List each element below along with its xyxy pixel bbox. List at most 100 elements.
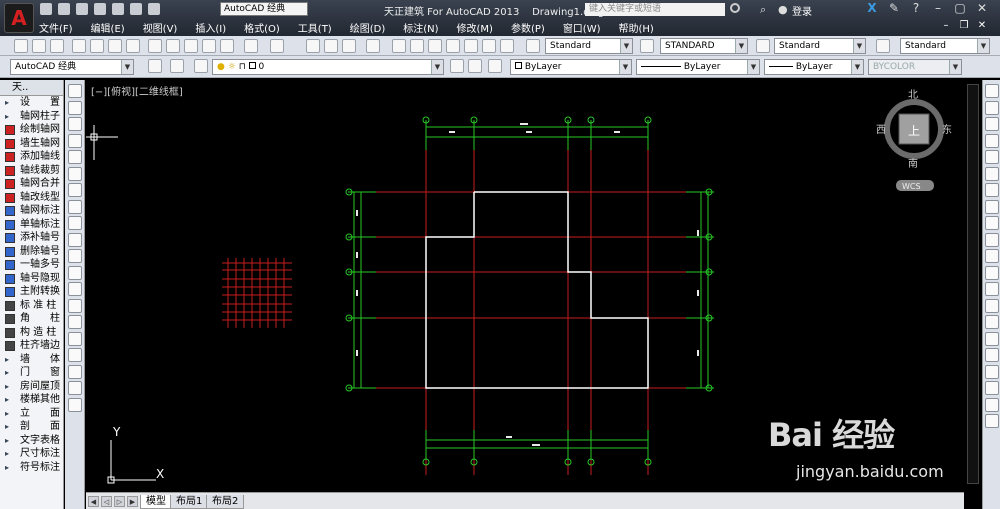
linetype-select[interactable]: ByLayer ▼: [636, 59, 760, 75]
zoom-window-icon[interactable]: [342, 39, 356, 53]
help-icon[interactable]: ?: [909, 2, 923, 15]
print-icon[interactable]: [72, 39, 86, 53]
edit-polyline-icon[interactable]: [985, 381, 999, 395]
multileader-style-icon[interactable]: [876, 39, 890, 53]
workspace-settings-icon[interactable]: [148, 59, 162, 73]
spline-icon[interactable]: [68, 216, 82, 230]
mirror-icon[interactable]: [985, 117, 999, 131]
paste-icon[interactable]: [184, 39, 198, 53]
zoom-realtime-icon[interactable]: [324, 39, 338, 53]
layer-isolate-icon[interactable]: [488, 59, 502, 73]
tz-menu-item[interactable]: ▸ 轴网柱子: [0, 110, 63, 124]
blend-icon[interactable]: [985, 348, 999, 362]
tz-menu-item[interactable]: 单轴标注: [0, 218, 63, 232]
offset-icon[interactable]: [985, 133, 999, 148]
menu-parametric[interactable]: 参数(P): [502, 19, 554, 35]
add-selected-icon[interactable]: [68, 397, 82, 412]
properties-icon[interactable]: [392, 39, 406, 53]
array-icon[interactable]: [985, 150, 999, 164]
table-style-select[interactable]: Standard ▼: [774, 38, 866, 54]
tz-menu-item[interactable]: 添加轴线: [0, 150, 63, 164]
tz-menu-item[interactable]: 构 造 柱: [0, 326, 63, 340]
tz-menu-item[interactable]: 墙生轴网: [0, 137, 63, 151]
menu-modify[interactable]: 修改(M): [448, 19, 502, 35]
compass-east[interactable]: 东: [942, 123, 952, 136]
menu-file[interactable]: 文件(F): [30, 19, 82, 35]
tz-menu-item[interactable]: 删除轴号: [0, 245, 63, 259]
multileader-style-select[interactable]: Standard ▼: [900, 38, 990, 54]
user-icon[interactable]: ●: [778, 3, 788, 16]
tz-menu-item[interactable]: 轴网标注: [0, 204, 63, 218]
tz-menu-item[interactable]: 轴网合并: [0, 177, 63, 191]
tab-last-icon[interactable]: ▶: [127, 496, 138, 507]
tz-menu-item[interactable]: ▸ 符号标注: [0, 461, 63, 475]
markup-icon[interactable]: [464, 39, 478, 53]
open-icon[interactable]: [58, 3, 70, 15]
3d-publish-icon[interactable]: [126, 39, 140, 53]
new-icon[interactable]: [40, 3, 52, 15]
rotate-icon[interactable]: [985, 183, 999, 197]
layer-state-icon[interactable]: [194, 59, 208, 73]
doc-restore-icon[interactable]: ❐: [958, 20, 970, 32]
viewcube-top-face[interactable]: 上: [908, 124, 920, 138]
gradient-icon[interactable]: [68, 331, 82, 346]
construction-line-icon[interactable]: [68, 100, 82, 115]
menu-help[interactable]: 帮助(H): [610, 19, 663, 35]
cut-icon[interactable]: [148, 39, 162, 53]
menu-view[interactable]: 视图(V): [134, 19, 187, 35]
compass-north[interactable]: 北: [908, 89, 918, 101]
exchange-icon[interactable]: X: [865, 2, 879, 15]
tz-menu-item[interactable]: 角 柱: [0, 312, 63, 326]
tab-prev-icon[interactable]: ◁: [101, 496, 112, 507]
tab-first-icon[interactable]: ◀: [88, 496, 99, 507]
tool-palettes-icon[interactable]: [428, 39, 442, 53]
tab-layout2[interactable]: 布局2: [206, 495, 245, 509]
compass-west[interactable]: 西: [876, 125, 886, 136]
doc-close-icon[interactable]: ✕: [976, 20, 988, 32]
tz-menu-item[interactable]: ▸ 门 窗: [0, 366, 63, 380]
arc-icon[interactable]: [68, 166, 82, 181]
move-icon[interactable]: [985, 166, 999, 181]
binoculars-icon[interactable]: ⌕: [760, 3, 766, 17]
extend-icon[interactable]: [985, 249, 999, 263]
tz-menu-item[interactable]: 一轴多号: [0, 258, 63, 272]
tz-menu-item[interactable]: ▸ 剖 面: [0, 420, 63, 434]
explode-icon[interactable]: [985, 364, 999, 379]
open-file-icon[interactable]: [32, 39, 46, 53]
maximize-icon[interactable]: ▢: [953, 2, 967, 15]
make-block-icon[interactable]: [68, 282, 82, 296]
match-properties-icon[interactable]: [202, 39, 216, 53]
circle-icon[interactable]: [68, 183, 82, 197]
redo-icon[interactable]: [148, 3, 160, 15]
saveas-icon[interactable]: [94, 3, 106, 15]
rectangle-icon[interactable]: [68, 150, 82, 164]
quickcalc-icon[interactable]: [482, 39, 496, 53]
tz-menu-item[interactable]: ▸ 设 置: [0, 96, 63, 110]
region-icon[interactable]: [68, 348, 82, 362]
dim-style-icon[interactable]: [640, 39, 654, 53]
stretch-icon[interactable]: [985, 216, 999, 230]
join-icon[interactable]: [985, 298, 999, 313]
hatch-icon[interactable]: [68, 315, 82, 329]
tab-next-icon[interactable]: ▷: [114, 496, 125, 507]
tz-menu-item[interactable]: 绘制轴网: [0, 123, 63, 137]
viewcube[interactable]: 上 北 南 东 西 WCS: [876, 89, 952, 191]
connect-icon[interactable]: ✎: [887, 2, 901, 15]
insert-block-icon[interactable]: [68, 265, 82, 280]
redo-tb-icon[interactable]: [270, 39, 284, 53]
tz-menu-item[interactable]: ▸ 楼梯其他: [0, 393, 63, 407]
copy-icon[interactable]: [166, 39, 180, 53]
print-preview-icon[interactable]: [90, 39, 104, 53]
login-button[interactable]: 登录: [792, 3, 812, 18]
dim-style-select[interactable]: STANDARD ▼: [660, 38, 748, 54]
break-icon[interactable]: [985, 282, 999, 296]
layer-previous-icon[interactable]: [468, 59, 482, 73]
trim-icon[interactable]: [985, 232, 999, 247]
break-at-point-icon[interactable]: [985, 265, 999, 280]
tz-menu-item[interactable]: ▸ 立 面: [0, 407, 63, 421]
table-style-icon[interactable]: [756, 39, 770, 53]
text-style-icon[interactable]: [526, 39, 540, 53]
qnew-icon[interactable]: [14, 39, 28, 53]
line-icon[interactable]: [68, 84, 82, 98]
ellipse-icon[interactable]: [68, 232, 82, 247]
